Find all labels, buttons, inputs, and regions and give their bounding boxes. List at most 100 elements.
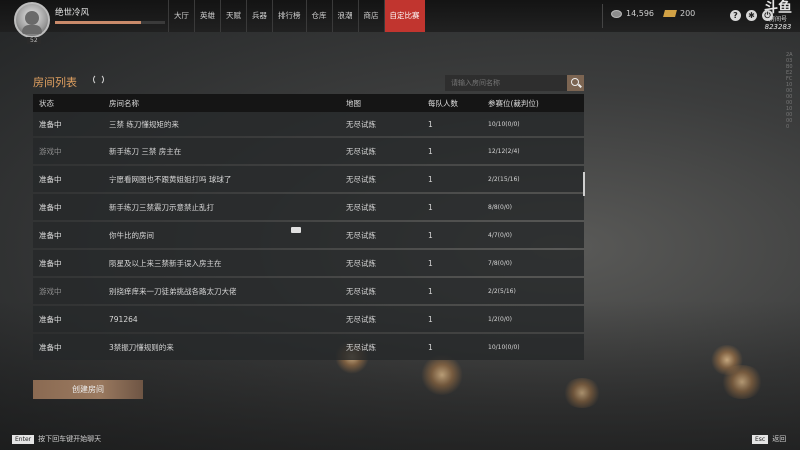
row-room-name: 3禁振刀懂规则的来: [105, 342, 345, 353]
row-per-team-text: 1: [428, 342, 433, 352]
row-per-team-text: 1: [428, 314, 433, 324]
row-status: 游戏中: [33, 146, 105, 157]
row-room-name: 陨星及以上来三禁新手误入房主在: [105, 258, 345, 269]
row-per-team-text: 1: [428, 230, 433, 240]
row-status: 准备中: [33, 119, 105, 130]
row-room-name: 宁愿看网图也不跟黄姐姐打吗 球球了: [105, 174, 345, 185]
row-room-name-text: 陨星及以上来三禁新手误入房主在: [109, 258, 222, 268]
silver-amount: 14,596: [626, 9, 654, 18]
row-per-team-text: 1: [428, 286, 433, 296]
player-level: 52: [27, 37, 41, 44]
header-status[interactable]: 状态: [33, 98, 105, 109]
row-slots-text: 4/7(0/0): [488, 231, 512, 239]
header-room-name[interactable]: 房间名称: [105, 98, 345, 109]
nav-tab-custom-match[interactable]: 自定比赛: [383, 0, 425, 32]
row-map-text: 无尽试炼: [346, 202, 376, 212]
nav-tab-leaderboard[interactable]: 排行榜: [272, 0, 306, 32]
main-nav: 大厅 英雄 天赋 兵器 排行榜 仓库 浪潮 商店 自定比赛: [168, 0, 425, 32]
help-icon[interactable]: ?: [730, 10, 741, 21]
room-table: 状态 房间名称 地图 每队人数 参赛位(裁判位) 准备中 三禁 练刀懂规矩的来 无尽…: [33, 94, 584, 360]
divider: [602, 4, 603, 28]
table-row[interactable]: 准备中 新手练刀三禁震刀示意禁止乱打 无尽试炼 1 8/8(0/0): [33, 194, 584, 220]
table-row[interactable]: 准备中 宁愿看网图也不跟黄姐姐打吗 球球了 无尽试炼 1 2/2(15/16): [33, 166, 584, 192]
table-row[interactable]: 游戏中 新手练刀 三禁 房主在 无尽试炼 1 12/12(2/4): [33, 138, 584, 164]
row-per-team-text: 1: [428, 174, 433, 184]
row-slots-text: 10/10(0/0): [488, 120, 520, 128]
stream-room-id: 823283: [764, 23, 792, 31]
row-status: 准备中: [33, 258, 105, 269]
enter-key-badge[interactable]: Enter: [12, 434, 35, 444]
row-map: 无尽试炼: [345, 314, 427, 325]
nav-tab-tide[interactable]: 浪潮: [331, 0, 358, 32]
row-map-text: 无尽试炼: [346, 146, 376, 156]
nav-tab-shop[interactable]: 商店: [357, 0, 384, 32]
row-slots-text: 2/2(5/16): [488, 287, 516, 295]
esc-key-badge[interactable]: Esc: [752, 434, 769, 444]
row-status: 准备中: [33, 314, 105, 325]
row-per-team-text: 1: [428, 202, 433, 212]
row-per-team: 1: [427, 203, 487, 212]
nav-tab-hall[interactable]: 大厅: [168, 0, 194, 32]
row-map-text: 无尽试炼: [346, 342, 376, 352]
panel-title: 房间列表: [33, 76, 77, 89]
row-map: 无尽试炼: [345, 230, 427, 241]
row-room-name: 别挠痒痒来一刀徒弟挑战各路太刀大佬: [105, 286, 345, 297]
create-room-button[interactable]: 创建房间: [33, 380, 143, 399]
header-map[interactable]: 地图: [345, 98, 427, 109]
row-per-team-text: 1: [428, 258, 433, 268]
nav-tab-weapons[interactable]: 兵器: [246, 0, 272, 32]
row-per-team-text: 1: [428, 146, 433, 156]
nav-tab-warehouse[interactable]: 仓库: [305, 0, 332, 32]
row-map-text: 无尽试炼: [346, 174, 376, 184]
row-per-team-text: 1: [428, 119, 433, 129]
table-row[interactable]: 准备中 陨星及以上来三禁新手误入房主在 无尽试炼 1 7/8(0/0): [33, 250, 584, 276]
row-room-name-text: 新手练刀三禁震刀示意禁止乱打: [109, 202, 214, 212]
silver-currency: 14,596: [611, 9, 654, 18]
header-per-team[interactable]: 每队人数: [427, 98, 487, 109]
header-slots[interactable]: 参赛位(裁判位): [487, 98, 584, 109]
table-row[interactable]: 准备中 你牛比的房间 无尽试炼 1 4/7(0/0): [33, 222, 584, 248]
stream-logo: 斗鱼 房间号 823283: [760, 0, 796, 31]
table-row[interactable]: 游戏中 别挠痒痒来一刀徒弟挑战各路太刀大佬 无尽试炼 1 2/2(5/16): [33, 278, 584, 304]
row-map-text: 无尽试炼: [346, 119, 376, 129]
row-room-name-text: 791264: [109, 314, 138, 324]
avatar-body-shape: [22, 25, 42, 34]
silver-coin-icon: [611, 9, 622, 18]
row-status-text: 准备中: [39, 342, 62, 352]
stream-logo-text: 斗鱼: [764, 0, 792, 16]
row-per-team: 1: [427, 315, 487, 324]
row-status-text: 准备中: [39, 230, 62, 240]
row-slots: 4/7(0/0): [487, 232, 584, 239]
search-button[interactable]: [567, 75, 584, 91]
table-row[interactable]: 准备中 三禁 练刀懂规矩的来 无尽试炼 1 10/10(0/0): [33, 112, 584, 136]
stream-vertical-id: 2A03B0E2FC100000001000000: [786, 52, 793, 130]
nav-tab-talents[interactable]: 天赋: [220, 0, 246, 32]
nav-tab-heroes[interactable]: 英雄: [194, 0, 220, 32]
row-per-team: 1: [427, 259, 487, 268]
room-search-input[interactable]: [445, 75, 567, 91]
row-room-name-text: 三禁 练刀懂规矩的来: [109, 119, 179, 129]
player-avatar[interactable]: [14, 2, 50, 38]
row-slots: 2/2(5/16): [487, 288, 584, 295]
row-room-name-text: 新手练刀 三禁 房主在: [109, 146, 182, 156]
row-map-text: 无尽试炼: [346, 230, 376, 240]
chat-hint-text: 按下回车键开始聊天: [38, 435, 102, 443]
row-slots-text: 1/2(0/0): [488, 315, 512, 323]
player-exp-fill: [55, 21, 141, 24]
table-row[interactable]: 准备中 3禁振刀懂规则的来 无尽试炼 1 10/10(0/0): [33, 334, 584, 360]
row-status-text: 准备中: [39, 258, 62, 268]
row-status-text: 准备中: [39, 119, 62, 129]
row-slots: 10/10(0/0): [487, 344, 584, 351]
settings-icon[interactable]: ✱: [746, 10, 757, 21]
refresh-icon[interactable]: [93, 74, 104, 85]
row-room-name-text: 别挠痒痒来一刀徒弟挑战各路太刀大佬: [109, 286, 237, 296]
table-scrollbar[interactable]: [583, 172, 585, 196]
row-status-text: 准备中: [39, 202, 62, 212]
table-row[interactable]: 准备中 791264 无尽试炼 1 1/2(0/0): [33, 306, 584, 332]
row-slots: 12/12(2/4): [487, 148, 584, 155]
row-slots-text: 8/8(0/0): [488, 203, 512, 211]
row-slots-text: 7/8(0/0): [488, 259, 512, 267]
row-map: 无尽试炼: [345, 202, 427, 213]
player-exp-bar: [55, 21, 165, 24]
gold-bar-icon: [663, 10, 677, 17]
